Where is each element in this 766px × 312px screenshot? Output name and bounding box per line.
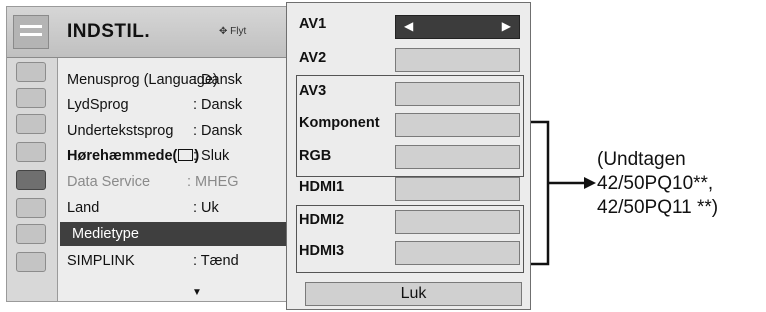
audio-icon[interactable] (16, 114, 46, 134)
menu-item-hearing-impaired[interactable]: Hørehæmmede(): Sluk (67, 144, 299, 168)
menu-item-subtitle-language[interactable]: Undertekstsprog : Dansk (67, 119, 299, 143)
menu-item-value: : Tænd (193, 253, 239, 269)
input-field-component[interactable] (395, 113, 520, 137)
menu-item-country[interactable]: Land : Uk (67, 196, 299, 220)
menu-item-simplink[interactable]: SIMPLINK : Tænd (67, 249, 299, 273)
input-field-hdmi3[interactable] (395, 241, 520, 265)
menu-item-label: Undertekstsprog (67, 123, 174, 139)
input-field-av2[interactable] (395, 48, 520, 72)
menu-item-media-type[interactable]: Medietype (60, 222, 297, 246)
move-hint: ✥ Flyt (219, 26, 246, 37)
input-label-component: Komponent (299, 115, 380, 131)
input-label-hdmi2: HDMI2 (299, 212, 345, 228)
menu-item-audio-language[interactable]: LydSprog : Dansk (67, 93, 299, 117)
subtitle-box-icon (178, 149, 194, 161)
input-field-hdmi1[interactable] (395, 177, 520, 201)
menu-item-label: Hørehæmmede() (67, 144, 199, 168)
menu-item-value: : Dansk (193, 72, 243, 88)
usb-icon[interactable] (16, 252, 46, 272)
input-icon[interactable] (16, 224, 46, 244)
menu-item-value: : Dansk (193, 123, 243, 139)
exception-note: (Undtagen 42/50PQ10**, 42/50PQ11 **) (597, 148, 718, 220)
menu-item-value: : Uk (193, 200, 219, 216)
input-label-av3: AV3 (299, 83, 327, 99)
input-field-av3[interactable] (395, 82, 520, 106)
input-field-hdmi2[interactable] (395, 210, 520, 234)
setup-icon (13, 15, 49, 49)
input-label-av1: AV1 (299, 16, 327, 32)
menu-item-label: Data Service (67, 174, 151, 190)
input-label-hdmi1: HDMI1 (299, 179, 345, 195)
input-label-av2: AV2 (299, 50, 327, 66)
menu-item-label: LydSprog (67, 97, 129, 113)
menu-item-label: Land (67, 200, 100, 216)
menu-title: INDSTIL. (67, 21, 151, 42)
menu-item-label: SIMPLINK (67, 253, 135, 269)
note-line-1: (Undtagen (597, 149, 686, 170)
menu-item-value: : Dansk (193, 97, 243, 113)
menu-item-data-service: Data Service : MHEG (67, 170, 299, 194)
setup-menu-panel: INDSTIL. ✥ Flyt Menusprog (Language): Da… (6, 6, 298, 302)
arrow-head-icon (584, 177, 596, 189)
option-icon[interactable] (16, 170, 46, 190)
menu-header: INDSTIL. ✥ Flyt (7, 7, 297, 58)
input-selector-av1[interactable]: ◀ ▶ (395, 15, 520, 39)
note-line-3: 42/50PQ11 **) (597, 197, 719, 218)
move-arrows-icon: ✥ (219, 26, 228, 37)
input-label-rgb: RGB (299, 148, 332, 164)
input-field-rgb[interactable] (395, 145, 520, 169)
note-line-2: 42/50PQ10**, (597, 173, 714, 194)
bracket-line (531, 120, 550, 266)
menu-item-value: : Sluk (193, 148, 230, 164)
close-button[interactable]: Luk (305, 282, 522, 306)
scroll-down-icon[interactable]: ▼ (192, 287, 202, 298)
input-label-popup: AV1 ◀ ▶ AV2 AV3 Komponent RGB HDMI1 HDMI2… (286, 2, 531, 310)
input-label-hdmi3: HDMI3 (299, 243, 345, 259)
menu-item-label: Medietype (72, 226, 139, 242)
menu-item-language[interactable]: Menusprog (Language): Dansk (67, 68, 299, 92)
move-hint-label: Flyt (230, 26, 247, 37)
clock-icon[interactable] (16, 142, 46, 162)
menu-sidebar (7, 58, 58, 301)
arrow-left-icon[interactable]: ◀ (404, 19, 413, 33)
lock-icon[interactable] (16, 198, 46, 218)
menu-item-value: : MHEG (187, 174, 239, 190)
hearing-label-text: Hørehæmmede( (67, 148, 178, 164)
picture-icon[interactable] (16, 62, 46, 82)
arrow-right-icon[interactable]: ▶ (502, 19, 511, 33)
screen-icon[interactable] (16, 88, 46, 108)
